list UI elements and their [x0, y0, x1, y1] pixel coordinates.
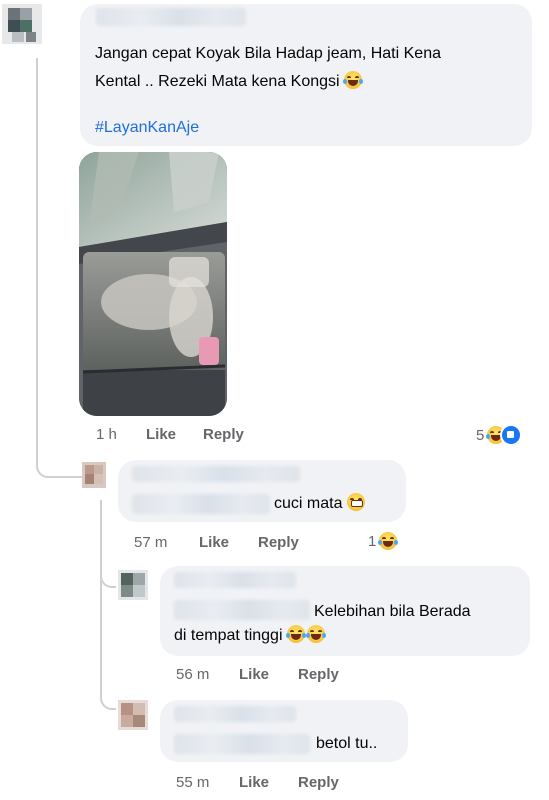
reply-3-author-redacted[interactable] — [174, 706, 296, 722]
reply-1-text-redacted — [132, 494, 270, 514]
reply-2-avatar-image — [118, 570, 148, 600]
reply-3-like-button[interactable]: Like — [239, 774, 269, 791]
like-button[interactable]: Like — [146, 426, 176, 443]
reply-2-text-line-2-wrap: di tempat tinggi — [174, 624, 326, 648]
hashtag-link[interactable]: #LayanKanAje — [95, 116, 199, 140]
reply-1-avatar-image — [82, 462, 106, 488]
reply-1-reply-button[interactable]: Reply — [258, 534, 299, 551]
thread-line-main — [36, 58, 38, 458]
reply-2-avatar[interactable] — [118, 570, 148, 600]
reply-1-text-wrap: cuci mata — [274, 492, 365, 516]
reply-3-avatar-image — [118, 700, 148, 730]
comment-time[interactable]: 1 h — [96, 426, 117, 443]
reply-1-text: cuci mata — [274, 495, 343, 512]
reply-button[interactable]: Reply — [203, 426, 244, 443]
reply-2-text-line-2: di tempat tinggi — [174, 627, 283, 644]
reply-1-author-redacted[interactable] — [132, 466, 300, 482]
haha-reaction-icon — [378, 532, 399, 550]
car-photo-image — [79, 152, 227, 416]
like-reaction-icon — [500, 424, 523, 446]
grimace-icon — [346, 493, 365, 511]
reaction-summary[interactable]: 5 — [476, 424, 523, 446]
reply-1-reaction-count: 1 — [368, 532, 377, 550]
reply-2-author-redacted[interactable] — [174, 572, 296, 588]
comment-text-line-2: Kental .. Rezeki Mata kena Kongsi — [95, 73, 340, 90]
reply-2-reply-button[interactable]: Reply — [298, 666, 339, 683]
laughing-tears-icon — [343, 71, 364, 89]
comment-text-line-2-wrap: Kental .. Rezeki Mata kena Kongsi — [95, 70, 364, 94]
thread-line-reply-1 — [100, 500, 102, 690]
reply-3-text-redacted — [174, 734, 310, 754]
avatar-image — [2, 4, 42, 44]
laughing-tears-icon — [285, 625, 306, 643]
reply-1-avatar[interactable] — [82, 462, 106, 488]
comment-text-line-1: Jangan cepat Koyak Bila Hadap jeam, Hati… — [95, 45, 441, 62]
reply-3-text: betol tu.. — [316, 735, 378, 752]
comment-photo[interactable] — [79, 152, 227, 416]
reply-2-text-line-1: Kelebihan bila Berada — [314, 603, 471, 620]
reply-2-time[interactable]: 56 m — [176, 666, 209, 683]
reply-2-like-button[interactable]: Like — [239, 666, 269, 683]
thread-curve-reply-3 — [100, 688, 116, 710]
author-name-redacted[interactable] — [96, 8, 246, 26]
thread-curve-reply-1 — [36, 456, 84, 478]
reply-3-time[interactable]: 55 m — [176, 774, 209, 791]
reply-1-like-button[interactable]: Like — [199, 534, 229, 551]
avatar[interactable] — [2, 4, 42, 44]
reply-2-text-redacted — [174, 600, 310, 620]
laughing-tears-icon — [305, 625, 326, 643]
reaction-count: 5 — [476, 426, 485, 444]
reply-1-reaction-summary[interactable]: 1 — [368, 532, 399, 550]
reply-3-avatar[interactable] — [118, 700, 148, 730]
reply-1-time[interactable]: 57 m — [134, 534, 167, 551]
thread-curve-reply-2 — [100, 566, 116, 588]
reply-3-reply-button[interactable]: Reply — [298, 774, 339, 791]
